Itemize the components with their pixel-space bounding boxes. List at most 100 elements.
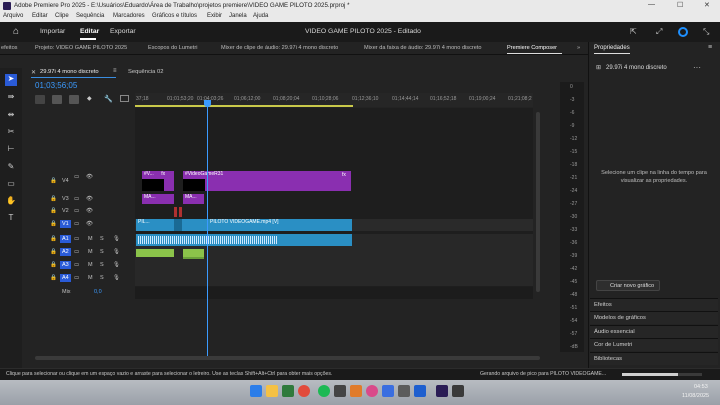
sync-icon[interactable]: ▭ xyxy=(74,249,79,255)
mic-icon[interactable]: 🎙 xyxy=(113,262,120,268)
lock-icon[interactable]: 🔒 xyxy=(50,249,57,255)
clip-v2-marker[interactable] xyxy=(179,207,182,217)
maximize-button[interactable]: ☐ xyxy=(677,1,683,9)
menu-graficos[interactable]: Gráficos e títulos xyxy=(152,13,197,19)
eye-icon[interactable]: 👁 xyxy=(86,221,93,227)
solo-button[interactable]: S xyxy=(100,236,104,242)
app-icon[interactable] xyxy=(452,385,464,397)
timecode-display[interactable]: 01;03;56;05 xyxy=(35,81,77,90)
mic-icon[interactable]: 🎙 xyxy=(113,275,120,281)
menu-arquivo[interactable]: Arquivo xyxy=(3,13,23,19)
slip-icon[interactable]: ⊢ xyxy=(5,144,17,156)
app-icon[interactable] xyxy=(350,385,362,397)
start-icon[interactable] xyxy=(250,385,262,397)
home-icon[interactable]: ⌂ xyxy=(13,26,19,37)
expand-icon[interactable]: ⤡ xyxy=(703,27,709,37)
close-button[interactable]: ✕ xyxy=(704,1,710,9)
app-icon[interactable] xyxy=(398,385,410,397)
horizontal-scrollbar[interactable] xyxy=(35,356,540,360)
minimize-button[interactable]: — xyxy=(648,1,655,8)
sync-icon[interactable]: ▭ xyxy=(74,208,79,214)
panel-cor-lumetri[interactable]: Cor de Lumetri xyxy=(590,338,718,351)
hand-icon[interactable]: ✋ xyxy=(5,196,17,208)
track-a2-label[interactable]: A2 xyxy=(60,248,71,256)
spotify-icon[interactable] xyxy=(318,385,330,397)
linked-selection-icon[interactable] xyxy=(69,95,79,104)
clip-v3-b[interactable]: MA... xyxy=(183,194,204,204)
clip-a3-audio[interactable] xyxy=(183,257,204,259)
export-tab[interactable]: Exportar xyxy=(110,28,136,35)
eye-icon[interactable]: 👁 xyxy=(86,174,93,180)
mic-icon[interactable]: 🎙 xyxy=(113,236,120,242)
clip-v2-marker[interactable] xyxy=(174,207,177,217)
app-icon[interactable] xyxy=(414,385,426,397)
type-tool-icon[interactable]: T xyxy=(5,213,17,225)
app-icon[interactable] xyxy=(366,385,378,397)
tab-mixer-clipe[interactable]: Mixer de clipe de áudio: 29.97i 4 mono d… xyxy=(221,45,338,51)
sequence-tab-other[interactable]: Sequência 02 xyxy=(128,69,163,75)
lock-icon[interactable]: 🔒 xyxy=(50,178,57,184)
menu-ajuda[interactable]: Ajuda xyxy=(253,13,268,19)
track-a4-label[interactable]: A4 xyxy=(60,274,71,282)
sequence-tab-active[interactable]: 29.97i 4 mono discreto xyxy=(40,69,99,75)
lock-icon[interactable]: 🔒 xyxy=(50,275,57,281)
timeline-close-icon[interactable]: ✕ xyxy=(31,69,36,76)
menu-sequencia[interactable]: Sequência xyxy=(76,13,104,19)
playhead-line[interactable] xyxy=(207,100,208,358)
solo-button[interactable]: S xyxy=(100,249,104,255)
panel-bibliotecas[interactable]: Bibliotecas xyxy=(590,352,718,365)
track-a1-label[interactable]: A1 xyxy=(60,235,71,243)
tab-efeitos[interactable]: efeitos xyxy=(1,45,17,51)
mix-value[interactable]: 0,0 xyxy=(94,289,102,295)
sync-icon[interactable]: ▭ xyxy=(74,221,79,227)
mute-button[interactable]: M xyxy=(88,275,93,281)
snap-icon[interactable] xyxy=(52,95,62,104)
sync-icon[interactable]: ▭ xyxy=(74,275,79,281)
mute-button[interactable]: M xyxy=(88,262,93,268)
menu-exibir[interactable]: Exibir xyxy=(207,13,222,19)
clip-a2-audio[interactable] xyxy=(183,249,204,257)
explorer-icon[interactable] xyxy=(266,385,278,397)
clip-v4-a[interactable]: #V... fx xyxy=(142,171,174,179)
sync-icon[interactable]: ▭ xyxy=(74,236,79,242)
sync-icon[interactable]: ▭ xyxy=(74,196,79,202)
pen-icon[interactable]: ✎ xyxy=(5,162,17,174)
app-icon[interactable] xyxy=(334,385,346,397)
edit-tab[interactable]: Editar xyxy=(80,28,99,35)
workspaces-icon[interactable]: ⇱ xyxy=(630,27,637,36)
track-a3-label[interactable]: A3 xyxy=(60,261,71,269)
lock-icon[interactable]: 🔒 xyxy=(50,236,57,242)
solo-button[interactable]: S xyxy=(100,262,104,268)
work-area-bar[interactable] xyxy=(135,105,353,107)
import-tab[interactable]: Importar xyxy=(40,28,65,35)
clip-v3-a[interactable]: MA... xyxy=(142,194,174,204)
lock-icon[interactable]: 🔒 xyxy=(50,208,57,214)
marker-icon[interactable]: ◆ xyxy=(87,95,92,102)
panel-modelos-graficos[interactable]: Modelos de gráficos xyxy=(590,311,718,324)
properties-menu-icon[interactable]: ≡ xyxy=(708,44,712,51)
eye-icon[interactable]: 👁 xyxy=(86,208,93,214)
chrome-icon[interactable] xyxy=(298,385,310,397)
panel-audio-essencial[interactable]: Áudio essencial xyxy=(590,325,718,338)
clip-v4-b[interactable]: #VideoGameR31 xyxy=(183,171,351,179)
lock-icon[interactable]: 🔒 xyxy=(50,262,57,268)
playhead-handle[interactable] xyxy=(204,100,211,107)
mic-icon[interactable]: 🎙 xyxy=(113,249,120,255)
sequence-menu-icon[interactable]: ≡ xyxy=(113,68,117,74)
sync-icon[interactable]: ▭ xyxy=(74,174,79,180)
mute-button[interactable]: M xyxy=(88,249,93,255)
razor-icon[interactable]: ✂ xyxy=(5,127,17,139)
tab-mixer-faixa[interactable]: Mixer da faixa de áudio: 29.97i 4 mono d… xyxy=(364,45,482,51)
rectangle-icon[interactable]: ▭ xyxy=(5,179,17,191)
track-v1-label[interactable]: V1 xyxy=(60,220,71,228)
mute-button[interactable]: M xyxy=(88,236,93,242)
clip-v1-a[interactable]: PIL... xyxy=(136,219,174,231)
lock-icon[interactable]: 🔒 xyxy=(50,221,57,227)
track-select-icon[interactable]: ⇛ xyxy=(5,92,17,104)
more-tabs-icon[interactable]: » xyxy=(577,45,580,51)
properties-more-icon[interactable]: ··· xyxy=(693,63,701,72)
app-icon[interactable] xyxy=(382,385,394,397)
selection-tool-icon[interactable]: ➤ xyxy=(5,74,17,86)
ripple-edit-icon[interactable]: ⇹ xyxy=(5,110,17,122)
solo-button[interactable]: S xyxy=(100,275,104,281)
